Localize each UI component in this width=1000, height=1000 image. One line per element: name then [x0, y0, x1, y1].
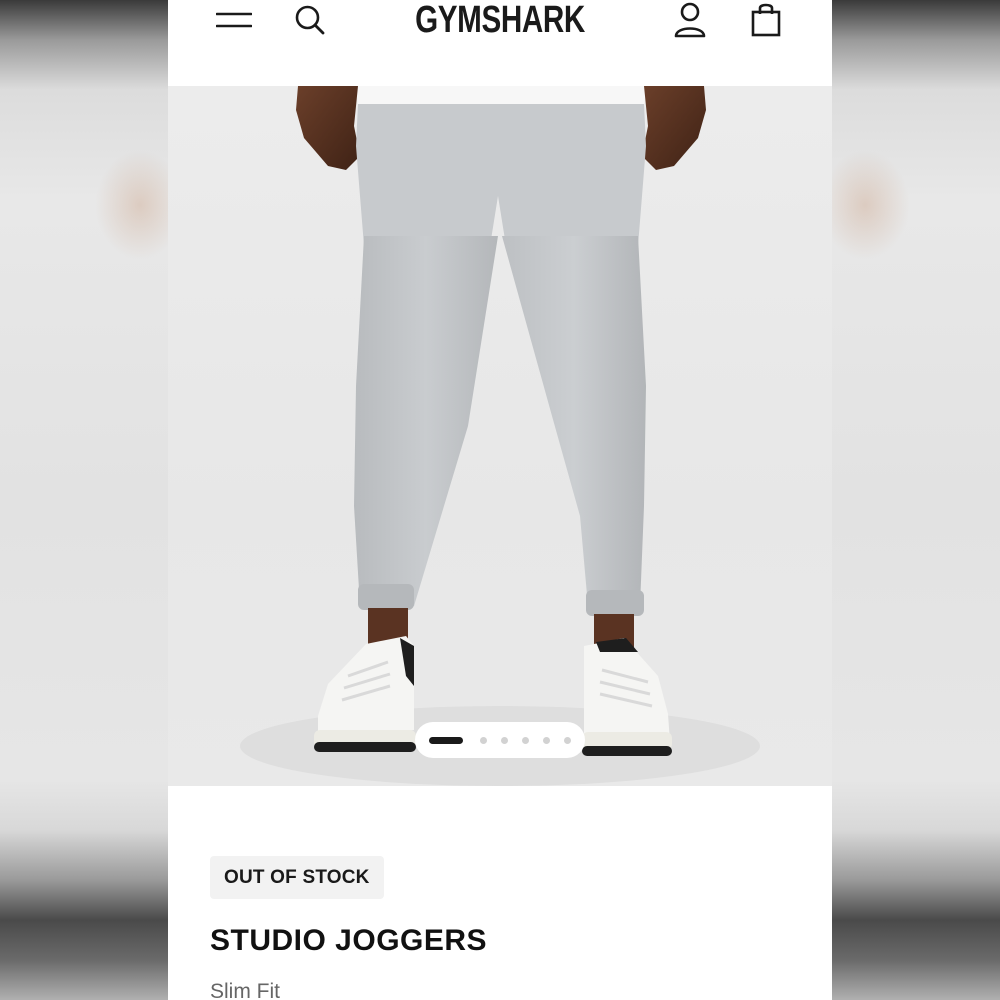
carousel-dot[interactable]	[522, 736, 529, 744]
account-icon[interactable]	[670, 0, 710, 40]
site-header: GYMSHARK	[168, 0, 832, 86]
product-page: GYMSHARK OUT OF STOCK STUDIO JOGGERS Sli…	[168, 0, 832, 1000]
carousel-dot[interactable]	[501, 736, 508, 744]
backdrop-blur-right	[820, 150, 910, 260]
carousel-dot[interactable]	[480, 736, 487, 744]
search-icon[interactable]	[290, 0, 330, 40]
product-image-carousel[interactable]	[168, 86, 832, 786]
product-title: STUDIO JOGGERS	[210, 924, 488, 957]
carousel-dot[interactable]	[543, 736, 550, 744]
carousel-pagination	[415, 722, 585, 758]
carousel-dot-active[interactable]	[429, 736, 463, 744]
brand-logo[interactable]: GYMSHARK	[397, 0, 603, 41]
product-photo	[240, 86, 760, 786]
product-fit: Slim Fit	[210, 980, 280, 1000]
menu-icon[interactable]	[214, 0, 254, 40]
carousel-dot[interactable]	[564, 736, 571, 744]
stock-status-badge: OUT OF STOCK	[210, 856, 384, 899]
bag-icon[interactable]	[746, 0, 786, 40]
